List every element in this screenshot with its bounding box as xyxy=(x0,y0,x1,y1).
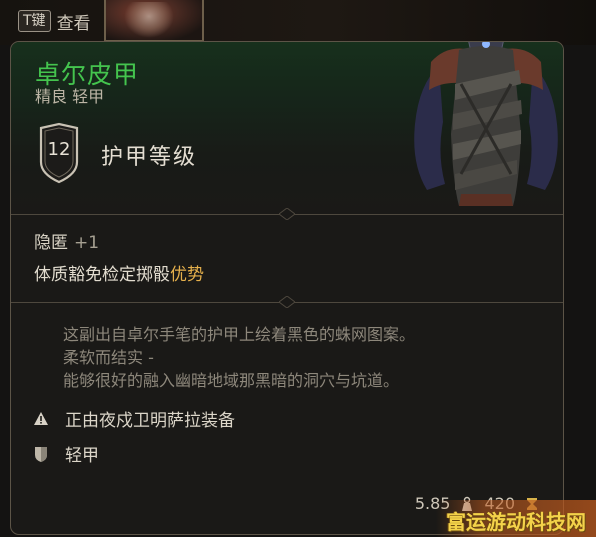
section-divider xyxy=(11,296,563,308)
watermark-text: 富运游动科技网 xyxy=(446,510,586,534)
bonus-value: +1 xyxy=(74,233,100,253)
flavor-line: 柔软而结实 - xyxy=(63,348,154,367)
armor-class-label: 护甲等级 xyxy=(101,145,198,170)
armor-type-row: 轻甲 xyxy=(33,441,99,466)
flavor-text: 这副出自卓尔手笔的护甲上绘着黑色的蛛网图案。 柔软而结实 - 能够很好的融入幽暗… xyxy=(63,323,523,392)
bonus-desc-text: 体质豁免检定掷骰 xyxy=(34,265,170,285)
armor-type-text: 轻甲 xyxy=(65,446,99,466)
warning-icon xyxy=(34,411,48,425)
bonus-description: 体质豁免检定掷骰优势 xyxy=(34,260,204,285)
character-portrait[interactable] xyxy=(104,0,204,42)
flavor-line: 这副出自卓尔手笔的护甲上绘着黑色的蛛网图案。 xyxy=(63,325,416,344)
equipped-by-text: 正由夜戍卫明萨拉装备 xyxy=(65,411,235,431)
item-rarity-type: 精良 轻甲 xyxy=(35,87,105,106)
hotkey-badge: T键 xyxy=(18,10,51,32)
flavor-line: 能够很好的融入幽暗地域那黑暗的洞穴与坑道。 xyxy=(63,371,400,390)
item-tooltip: 卓尔皮甲 精良 轻甲 12 护甲等级 隐匿 +1 体质豁免检定掷骰优势 这副出自… xyxy=(10,41,564,535)
equipped-status: 正由夜戍卫明萨拉装备 xyxy=(33,406,235,431)
armor-illustration xyxy=(414,42,558,206)
bonus-name-row: 隐匿 +1 xyxy=(34,228,99,253)
inspect-label: 查看 xyxy=(56,13,91,34)
inspect-hint[interactable]: T键 查看 xyxy=(18,8,91,34)
section-divider xyxy=(11,208,563,220)
armor-class-value: 12 xyxy=(47,139,71,160)
bonus-desc-highlight: 优势 xyxy=(170,265,204,285)
light-armor-icon xyxy=(35,446,47,462)
bonus-name: 隐匿 xyxy=(34,233,68,253)
